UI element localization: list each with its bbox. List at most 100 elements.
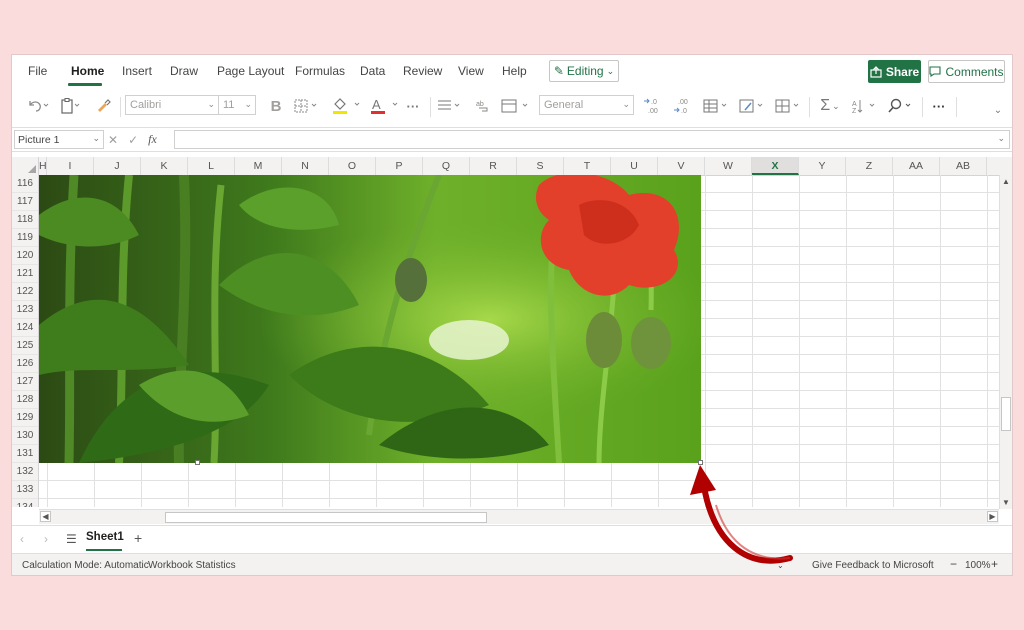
comments-button[interactable]: Comments xyxy=(928,60,1005,83)
column-header-y[interactable]: Y xyxy=(799,157,846,175)
vertical-scrollbar[interactable]: ▲ ▼ xyxy=(999,175,1012,509)
row-header[interactable]: 125 xyxy=(12,337,38,355)
scroll-right-icon[interactable]: ▶ xyxy=(987,511,998,522)
column-header-x[interactable]: X xyxy=(752,157,799,175)
prev-sheet-icon[interactable]: ‹ xyxy=(20,532,24,546)
row-header[interactable]: 133 xyxy=(12,481,38,499)
more-font-options-button[interactable]: ··· xyxy=(402,95,424,117)
row-header[interactable]: 132 xyxy=(12,463,38,481)
column-header-r[interactable]: R xyxy=(470,157,517,175)
row-header[interactable]: 124 xyxy=(12,319,38,337)
increase-decimal-button[interactable]: .0.00 xyxy=(642,95,664,117)
menu-insert[interactable]: Insert xyxy=(122,64,152,78)
font-name-select[interactable]: Calibri ⌄ xyxy=(125,95,219,115)
row-header[interactable]: 119 xyxy=(12,229,38,247)
menu-formulas[interactable]: Formulas xyxy=(295,64,345,78)
vertical-scroll-thumb[interactable] xyxy=(1001,397,1011,431)
column-header-w[interactable]: W xyxy=(705,157,752,175)
next-sheet-icon[interactable]: › xyxy=(44,532,48,546)
row-header[interactable]: 126 xyxy=(12,355,38,373)
insert-cells-button[interactable] xyxy=(774,95,804,117)
paste-button[interactable] xyxy=(58,95,84,117)
menu-review[interactable]: Review xyxy=(403,64,442,78)
row-header[interactable]: 116 xyxy=(12,175,38,193)
row-header[interactable]: 127 xyxy=(12,373,38,391)
menu-data[interactable]: Data xyxy=(360,64,385,78)
calculation-mode[interactable]: Calculation Mode: Automatic xyxy=(22,560,149,571)
sheet-tab-sheet1[interactable]: Sheet1 xyxy=(86,531,124,543)
name-box[interactable]: Picture 1 ⌄ xyxy=(14,130,104,149)
row-header[interactable]: 120 xyxy=(12,247,38,265)
menu-draw[interactable]: Draw xyxy=(170,64,198,78)
column-header-p[interactable]: P xyxy=(376,157,423,175)
menu-view[interactable]: View xyxy=(458,64,484,78)
column-header-ab[interactable]: AB xyxy=(940,157,987,175)
ribbon-collapse-button[interactable]: ⌄ xyxy=(990,99,1006,121)
wrap-text-button[interactable]: ab xyxy=(472,95,494,117)
row-header[interactable]: 130 xyxy=(12,427,38,445)
font-size-select[interactable]: 11 ⌄ xyxy=(218,95,256,115)
zoom-out-button[interactable]: − xyxy=(950,557,957,571)
borders-button[interactable] xyxy=(292,95,324,117)
column-header-s[interactable]: S xyxy=(517,157,564,175)
column-header-n[interactable]: N xyxy=(282,157,329,175)
column-header-v[interactable]: V xyxy=(658,157,705,175)
column-header-q[interactable]: Q xyxy=(423,157,470,175)
menu-home[interactable]: Home xyxy=(71,64,104,78)
number-format-select[interactable]: General ⌄ xyxy=(539,95,634,115)
bold-button[interactable]: B xyxy=(266,95,286,117)
check-icon[interactable]: ✓ xyxy=(128,133,138,147)
column-header-h[interactable]: H xyxy=(39,157,47,175)
resize-handle-bottom-middle[interactable] xyxy=(195,460,200,465)
menu-help[interactable]: Help xyxy=(502,64,527,78)
sort-filter-button[interactable]: AZ xyxy=(850,95,880,117)
sheet-list-icon[interactable]: ☰ xyxy=(66,532,77,546)
decrease-decimal-button[interactable]: .00.0 xyxy=(672,95,694,117)
chevron-down-icon[interactable]: ⌄ xyxy=(777,561,784,570)
column-header-m[interactable]: M xyxy=(235,157,282,175)
menu-file[interactable]: File xyxy=(28,64,47,78)
share-button[interactable]: Share xyxy=(868,60,921,83)
feedback-link[interactable]: Give Feedback to Microsoft xyxy=(812,560,934,571)
horizontal-scrollbar[interactable]: ◀ ▶ xyxy=(39,509,999,524)
cancel-icon[interactable]: ✕ xyxy=(108,133,118,147)
editing-mode-button[interactable]: ✎ Editing ⌄ xyxy=(549,60,619,82)
scroll-down-icon[interactable]: ▼ xyxy=(1002,498,1010,507)
row-header[interactable]: 129 xyxy=(12,409,38,427)
scroll-left-icon[interactable]: ◀ xyxy=(40,511,51,522)
column-header-z[interactable]: Z xyxy=(846,157,893,175)
row-header[interactable]: 117 xyxy=(12,193,38,211)
resize-handle-bottom-right[interactable] xyxy=(698,460,703,465)
row-header[interactable]: 118 xyxy=(12,211,38,229)
zoom-in-button[interactable]: + xyxy=(991,557,998,571)
find-button[interactable] xyxy=(886,95,916,117)
column-header-l[interactable]: L xyxy=(188,157,235,175)
column-header-k[interactable]: K xyxy=(141,157,188,175)
workbook-statistics[interactable]: Workbook Statistics xyxy=(148,560,236,571)
fx-icon[interactable]: fx xyxy=(148,132,157,147)
column-header-j[interactable]: J xyxy=(94,157,141,175)
column-header-o[interactable]: O xyxy=(329,157,376,175)
select-all-corner[interactable] xyxy=(12,157,39,175)
fill-color-button[interactable] xyxy=(330,95,366,117)
conditional-format-button[interactable] xyxy=(702,95,732,117)
horizontal-scroll-thumb[interactable] xyxy=(165,512,487,523)
scroll-up-icon[interactable]: ▲ xyxy=(1002,177,1010,186)
inserted-picture[interactable] xyxy=(39,175,701,463)
row-header[interactable]: 122 xyxy=(12,283,38,301)
more-options-button[interactable]: ··· xyxy=(928,95,950,117)
column-header-u[interactable]: U xyxy=(611,157,658,175)
formula-input[interactable]: ⌄ xyxy=(174,130,1010,149)
row-header[interactable]: 134 xyxy=(12,499,38,507)
font-color-button[interactable]: A xyxy=(368,95,404,117)
zoom-level[interactable]: 100% xyxy=(965,560,991,571)
cell-styles-button[interactable] xyxy=(738,95,768,117)
autosum-button[interactable]: Σ ⌄ xyxy=(816,95,844,117)
column-header-i[interactable]: I xyxy=(47,157,94,175)
row-header[interactable]: 121 xyxy=(12,265,38,283)
format-painter-button[interactable] xyxy=(92,95,114,117)
column-header-aa[interactable]: AA xyxy=(893,157,940,175)
undo-button[interactable] xyxy=(24,95,52,117)
row-header[interactable]: 123 xyxy=(12,301,38,319)
merge-button[interactable] xyxy=(500,95,534,117)
